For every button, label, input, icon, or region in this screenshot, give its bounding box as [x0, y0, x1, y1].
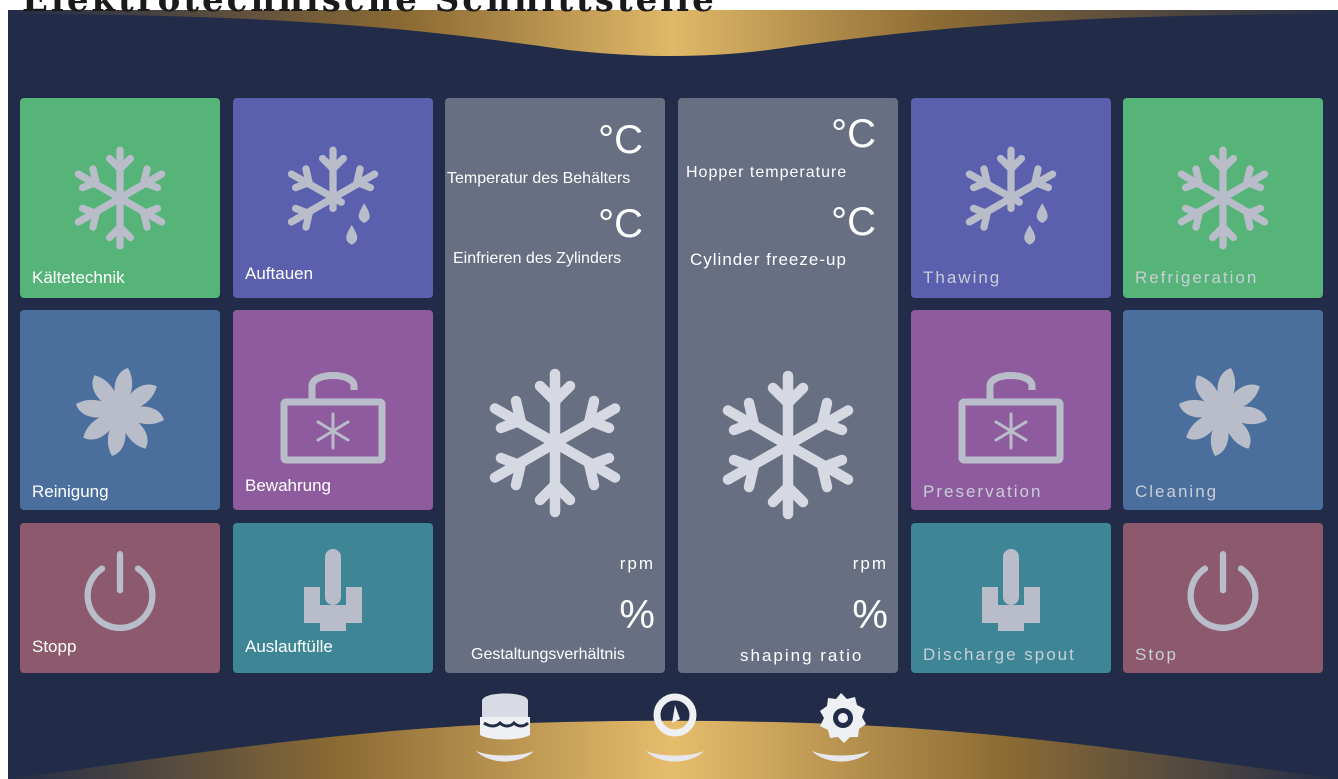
stop-button-de[interactable]: Stopp: [20, 523, 220, 673]
cleaning-button-de[interactable]: Reinigung: [20, 310, 220, 510]
preservation-button-de[interactable]: Bewahrung: [233, 310, 433, 510]
discharge-spout-button-de[interactable]: Auslauftülle: [233, 523, 433, 673]
shaping-ratio-label: shaping ratio: [740, 646, 864, 665]
spout-handle-icon: [304, 549, 362, 631]
hopper-temp-unit: °C: [831, 112, 876, 156]
timer-icon: [646, 693, 704, 762]
dessert-icon: [476, 693, 534, 762]
ratio-unit: %: [852, 593, 888, 637]
settings-menu-button[interactable]: [806, 691, 876, 771]
tile-label: Stop: [1135, 645, 1178, 664]
hmi-screen: Kältetechnik Auftauen Reinigung Bewahrun…: [8, 10, 1338, 779]
tile-label: Bewahrung: [245, 476, 332, 495]
thawing-button-de[interactable]: Auftauen: [233, 98, 433, 298]
motor-speed-unit: rpm: [852, 554, 888, 573]
tile-label: Auftauen: [245, 264, 314, 283]
thaw-snowflake-icon: [287, 146, 379, 245]
thawing-button-en[interactable]: Thawing: [911, 98, 1111, 298]
cylinder-temp-unit: °C: [598, 202, 643, 246]
tile-label: Auslauftülle: [245, 637, 333, 656]
thaw-snowflake-icon: [965, 146, 1057, 245]
tile-label: Thawing: [923, 268, 1002, 287]
tile-label: Stopp: [32, 637, 77, 656]
status-panel-de: °C Temperatur des Behälters °C Einfriere…: [445, 98, 665, 673]
snowflake-icon: [74, 146, 166, 250]
ratio-unit: %: [619, 593, 655, 637]
cylinder-temp-unit: °C: [831, 200, 876, 244]
status-panel-en: °C Hopper temperature °C Cylinder freeze…: [678, 98, 898, 673]
discharge-spout-button-en[interactable]: Discharge spout: [911, 523, 1111, 673]
dessert-menu-button[interactable]: [470, 691, 540, 771]
tile-label: Cleaning: [1135, 482, 1219, 501]
refrigeration-button-de[interactable]: Kältetechnik: [20, 98, 220, 298]
preservation-button-en[interactable]: Preservation: [911, 310, 1111, 510]
top-gold-wave: [8, 10, 1338, 56]
motor-speed-unit: rpm: [619, 554, 655, 573]
fan-icon: [1179, 368, 1267, 456]
unlock-snowflake-icon: [280, 372, 386, 464]
snowflake-icon: [722, 370, 854, 520]
unlock-snowflake-icon: [958, 372, 1064, 464]
tile-label: Preservation: [923, 482, 1043, 501]
spout-handle-icon: [982, 549, 1040, 631]
hopper-temp-label: Temperatur des Behälters: [447, 170, 631, 187]
shaping-ratio-label: Gestaltungsverhältnis: [471, 646, 625, 663]
stop-button-en[interactable]: Stop: [1123, 523, 1323, 673]
page-title: Elektrotechnische Schnittstelle: [22, 0, 717, 20]
tile-label: Reinigung: [32, 482, 109, 501]
cleaning-button-en[interactable]: Cleaning: [1123, 310, 1323, 510]
snowflake-icon: [1177, 146, 1269, 250]
power-icon: [1187, 551, 1259, 632]
hopper-temp-label: Hopper temperature: [686, 164, 848, 181]
cylinder-freeze-label: Cylinder freeze-up: [690, 250, 847, 269]
cylinder-freeze-label: Einfrieren des Zylinders: [453, 250, 622, 267]
fan-icon: [76, 368, 164, 456]
hopper-temp-unit: °C: [598, 118, 643, 162]
timer-menu-button[interactable]: [640, 691, 710, 771]
power-icon: [84, 551, 156, 632]
tile-label: Refrigeration: [1135, 268, 1259, 287]
refrigeration-button-en[interactable]: Refrigeration: [1123, 98, 1323, 298]
snowflake-icon: [489, 368, 621, 518]
tile-label: Kältetechnik: [32, 268, 125, 287]
tile-label: Discharge spout: [923, 645, 1076, 664]
settings-gear-icon: [812, 693, 870, 762]
